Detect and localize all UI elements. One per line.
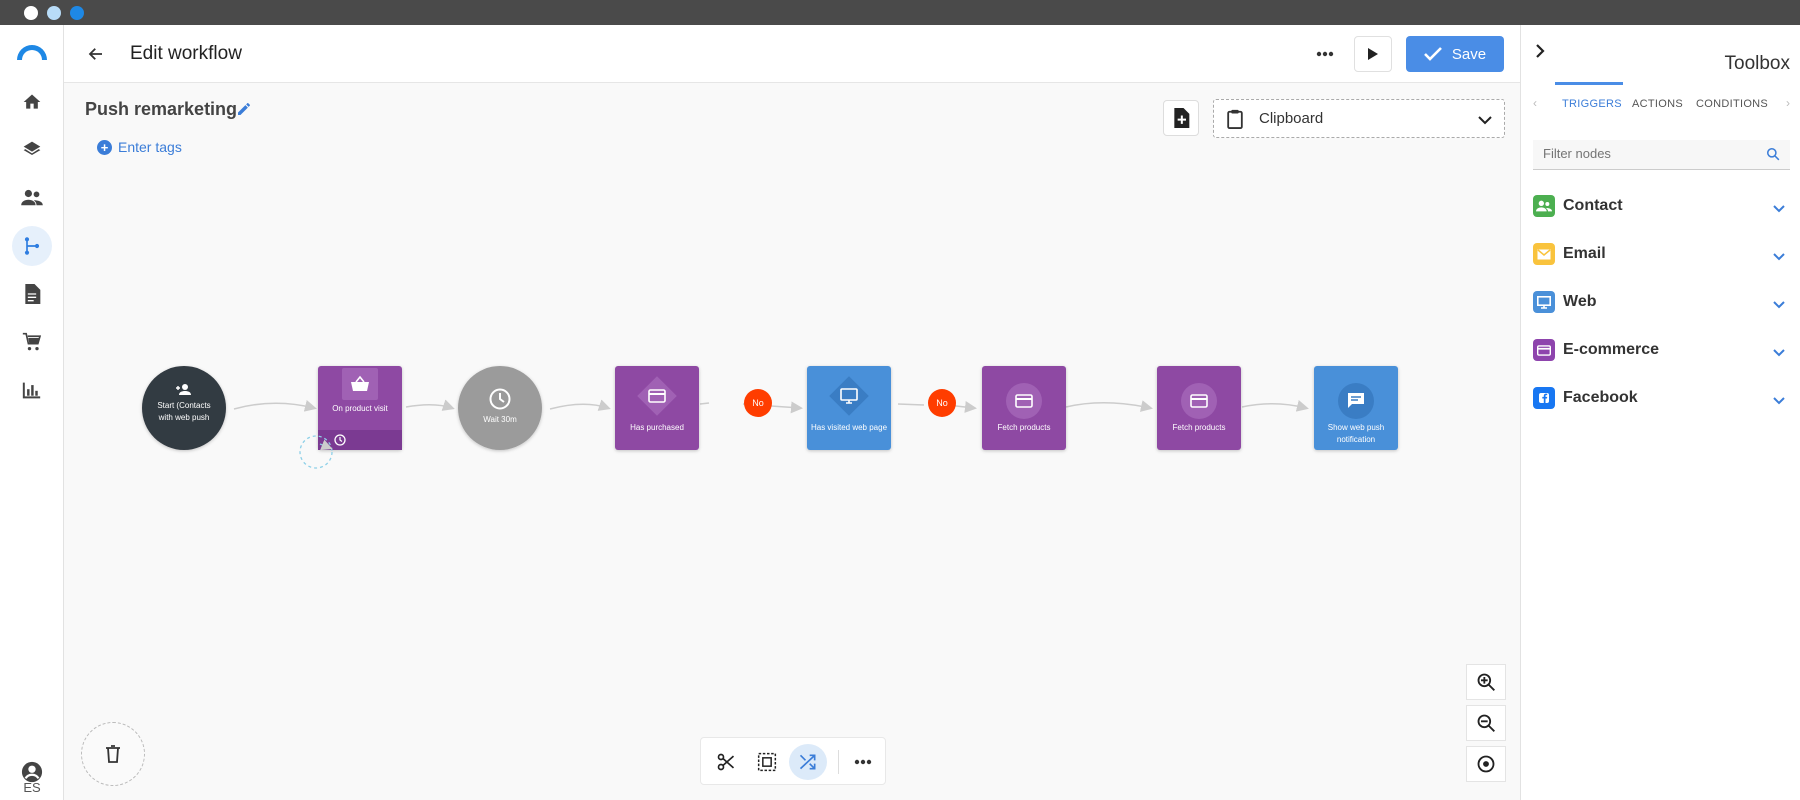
layers-icon[interactable] bbox=[12, 130, 52, 170]
clipboard-dropdown[interactable]: Clipboard bbox=[1213, 99, 1505, 138]
category-web[interactable]: Web bbox=[1533, 287, 1793, 317]
chevron-right-icon[interactable] bbox=[1535, 43, 1545, 64]
more-options-icon[interactable] bbox=[1310, 41, 1340, 67]
window-minimize-dot[interactable] bbox=[47, 6, 61, 20]
document-icon[interactable] bbox=[12, 274, 52, 314]
zoom-in-button[interactable] bbox=[1466, 664, 1506, 700]
chevron-down-icon bbox=[1773, 392, 1785, 410]
check-icon bbox=[1423, 47, 1442, 61]
add-document-icon bbox=[1174, 108, 1190, 128]
fetch-icon-circle-1 bbox=[1006, 383, 1042, 419]
select-area-icon[interactable] bbox=[748, 744, 786, 780]
no-badge-1-label: No bbox=[752, 398, 764, 408]
wait-label: Wait 30m bbox=[483, 415, 517, 424]
product-visit-node-footer bbox=[318, 430, 402, 450]
tabs-prev-icon[interactable]: ‹ bbox=[1533, 96, 1537, 110]
category-label: E-commerce bbox=[1563, 341, 1660, 358]
contacts-icon[interactable] bbox=[12, 178, 52, 218]
visited-web-page-label: Has visited web page bbox=[810, 423, 888, 432]
clipboard-label: Clipboard bbox=[1259, 110, 1324, 127]
window-close-dot[interactable] bbox=[24, 6, 38, 20]
scissors-icon[interactable] bbox=[707, 744, 745, 780]
tab-actions[interactable]: ACTIONS bbox=[1632, 98, 1683, 110]
workflow-icon[interactable] bbox=[12, 226, 52, 266]
facebook-category-icon bbox=[1533, 387, 1555, 409]
app-logo[interactable] bbox=[17, 45, 47, 60]
center-focus-icon bbox=[1477, 755, 1495, 773]
trash-icon bbox=[106, 745, 120, 763]
window-maximize-dot[interactable] bbox=[70, 6, 84, 20]
chevron-down-icon bbox=[1773, 248, 1785, 266]
filter-nodes-field[interactable] bbox=[1533, 140, 1790, 170]
has-purchased-label: Has purchased bbox=[630, 423, 684, 432]
chevron-down-icon bbox=[1773, 296, 1785, 314]
auto-layout-icon[interactable] bbox=[789, 744, 827, 780]
ecommerce-category-icon bbox=[1533, 339, 1555, 361]
zoom-out-button[interactable] bbox=[1466, 705, 1506, 741]
language-label[interactable]: ES bbox=[0, 780, 64, 795]
fetch-products-label-2: Fetch products bbox=[1172, 423, 1226, 432]
chevron-down-icon bbox=[1773, 344, 1785, 362]
delete-dropzone[interactable] bbox=[81, 722, 145, 786]
toolbox-panel: Toolbox ‹ TRIGGERS ACTIONS CONDITIONS › … bbox=[1520, 25, 1800, 800]
tab-conditions[interactable]: CONDITIONS bbox=[1696, 98, 1768, 110]
category-label: Contact bbox=[1563, 197, 1623, 214]
web-category-icon bbox=[1533, 291, 1555, 313]
page-title: Edit workflow bbox=[130, 43, 242, 64]
active-tab-indicator bbox=[1555, 82, 1623, 85]
category-label: Email bbox=[1563, 245, 1606, 262]
start-node-label: Start (Contacts with web push bbox=[157, 401, 211, 422]
play-icon bbox=[1368, 48, 1378, 60]
left-navigation: ES bbox=[0, 25, 64, 800]
filter-nodes-input[interactable] bbox=[1543, 146, 1743, 161]
no-badge-2-label: No bbox=[936, 398, 948, 408]
toolbox-title: Toolbox bbox=[1724, 53, 1791, 74]
clipboard-icon bbox=[1226, 109, 1244, 134]
email-category-icon bbox=[1533, 243, 1555, 265]
cart-icon[interactable] bbox=[12, 322, 52, 362]
run-workflow-button[interactable] bbox=[1354, 36, 1392, 72]
category-label: Web bbox=[1563, 293, 1597, 310]
more-options-icon-2[interactable] bbox=[844, 744, 882, 780]
chevron-down-icon bbox=[1773, 200, 1785, 218]
fetch-products-label-1: Fetch products bbox=[997, 423, 1051, 432]
category-ecommerce[interactable]: E-commerce bbox=[1533, 335, 1793, 365]
zoom-out-icon bbox=[1477, 714, 1495, 732]
workflow-canvas[interactable] bbox=[64, 150, 1520, 650]
workflow-name: Push remarketing bbox=[85, 99, 238, 119]
search-icon bbox=[1766, 147, 1780, 166]
page-header: Edit workflow Save bbox=[64, 25, 1520, 83]
category-label: Facebook bbox=[1563, 389, 1638, 406]
fetch-icon-circle-2 bbox=[1181, 383, 1217, 419]
contacts-category-icon bbox=[1533, 195, 1555, 217]
tabs-next-icon[interactable]: › bbox=[1786, 96, 1790, 110]
category-email[interactable]: Email bbox=[1533, 239, 1793, 269]
zoom-in-icon bbox=[1477, 673, 1495, 691]
center-view-button[interactable] bbox=[1466, 746, 1506, 782]
category-contact[interactable]: Contact bbox=[1533, 191, 1793, 221]
window-titlebar bbox=[0, 0, 1800, 25]
edit-pencil-icon[interactable] bbox=[236, 101, 252, 122]
canvas-toolbar bbox=[700, 737, 886, 785]
product-visit-label: On product visit bbox=[332, 404, 388, 413]
tab-triggers[interactable]: TRIGGERS bbox=[1562, 98, 1622, 110]
analytics-icon[interactable] bbox=[12, 370, 52, 410]
new-document-button[interactable] bbox=[1163, 100, 1199, 136]
save-button-label: Save bbox=[1451, 45, 1487, 63]
toolbar-divider bbox=[838, 750, 839, 774]
category-facebook[interactable]: Facebook bbox=[1533, 383, 1793, 413]
home-icon[interactable] bbox=[12, 82, 52, 122]
back-arrow-icon[interactable] bbox=[82, 40, 110, 68]
save-button[interactable]: Save bbox=[1406, 36, 1504, 72]
web-push-label: Show web push notification bbox=[1327, 423, 1385, 444]
chevron-down-icon bbox=[1478, 112, 1492, 130]
